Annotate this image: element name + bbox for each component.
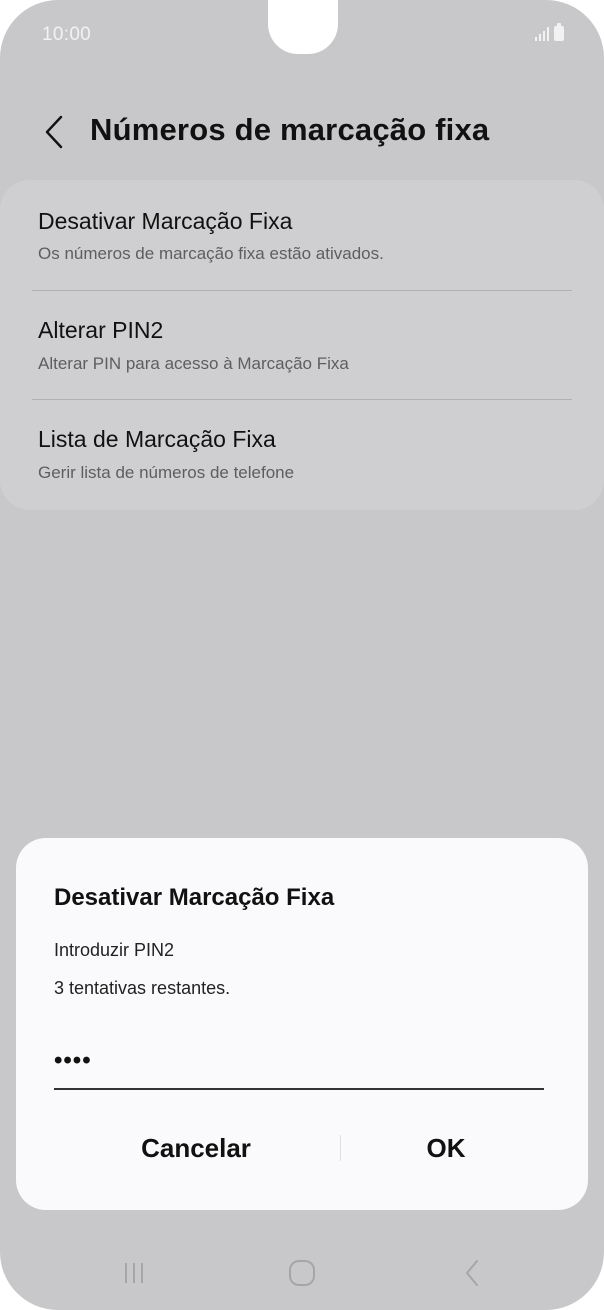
settings-item-title: Alterar PIN2 [38, 317, 164, 343]
pin2-dialog: Desativar Marcação Fixa Introduzir PIN2 … [16, 838, 588, 1210]
recent-apps-icon [125, 1263, 143, 1283]
settings-item-subtitle: Gerir lista de números de telefone [38, 463, 295, 482]
settings-card: Desativar Marcação Fixa Os números de ma… [0, 180, 604, 510]
back-nav-button[interactable] [432, 1248, 512, 1298]
status-time: 10:00 [42, 24, 92, 45]
attempts-remaining-text: 3 tentativas restantes. [54, 978, 231, 998]
navigation-bar [0, 1240, 604, 1310]
settings-item-change-pin2[interactable]: Alterar PIN2 Alterar PIN para acesso à M… [0, 291, 604, 399]
page-title: Números de marcação fixa [90, 112, 490, 147]
home-icon [289, 1260, 315, 1286]
signal-icon [535, 27, 549, 41]
settings-item-title: Lista de Marcação Fixa [38, 426, 276, 452]
dialog-message: Introduzir PIN2 [54, 940, 175, 960]
settings-item-subtitle: Alterar PIN para acesso à Marcação Fixa [38, 354, 349, 373]
dialog-buttons: Cancelar OK [16, 1118, 588, 1178]
back-button[interactable] [34, 108, 74, 156]
settings-item-fdn-list[interactable]: Lista de Marcação Fixa Gerir lista de nú… [0, 400, 604, 508]
chevron-left-icon [45, 115, 63, 149]
status-icons [535, 23, 564, 41]
battery-icon [554, 23, 564, 41]
status-bar: 10:00 [0, 0, 604, 72]
settings-item-disable-fdn[interactable]: Desativar Marcação Fixa Os números de ma… [0, 180, 604, 288]
phone-screen: 10:00 Números de marcação fixa Desativar… [0, 0, 604, 1310]
ok-button[interactable]: OK [306, 1118, 586, 1178]
settings-item-title: Desativar Marcação Fixa [38, 208, 293, 234]
recent-apps-button[interactable] [94, 1248, 174, 1298]
home-button[interactable] [262, 1248, 342, 1298]
dialog-title: Desativar Marcação Fixa [54, 884, 335, 911]
settings-item-subtitle: Os números de marcação fixa estão ativad… [38, 244, 384, 263]
cancel-button[interactable]: Cancelar [56, 1118, 336, 1178]
back-icon [466, 1260, 478, 1286]
camera-notch [268, 0, 338, 54]
pin2-input[interactable] [54, 1038, 544, 1090]
app-bar: Números de marcação fixa [0, 100, 604, 164]
